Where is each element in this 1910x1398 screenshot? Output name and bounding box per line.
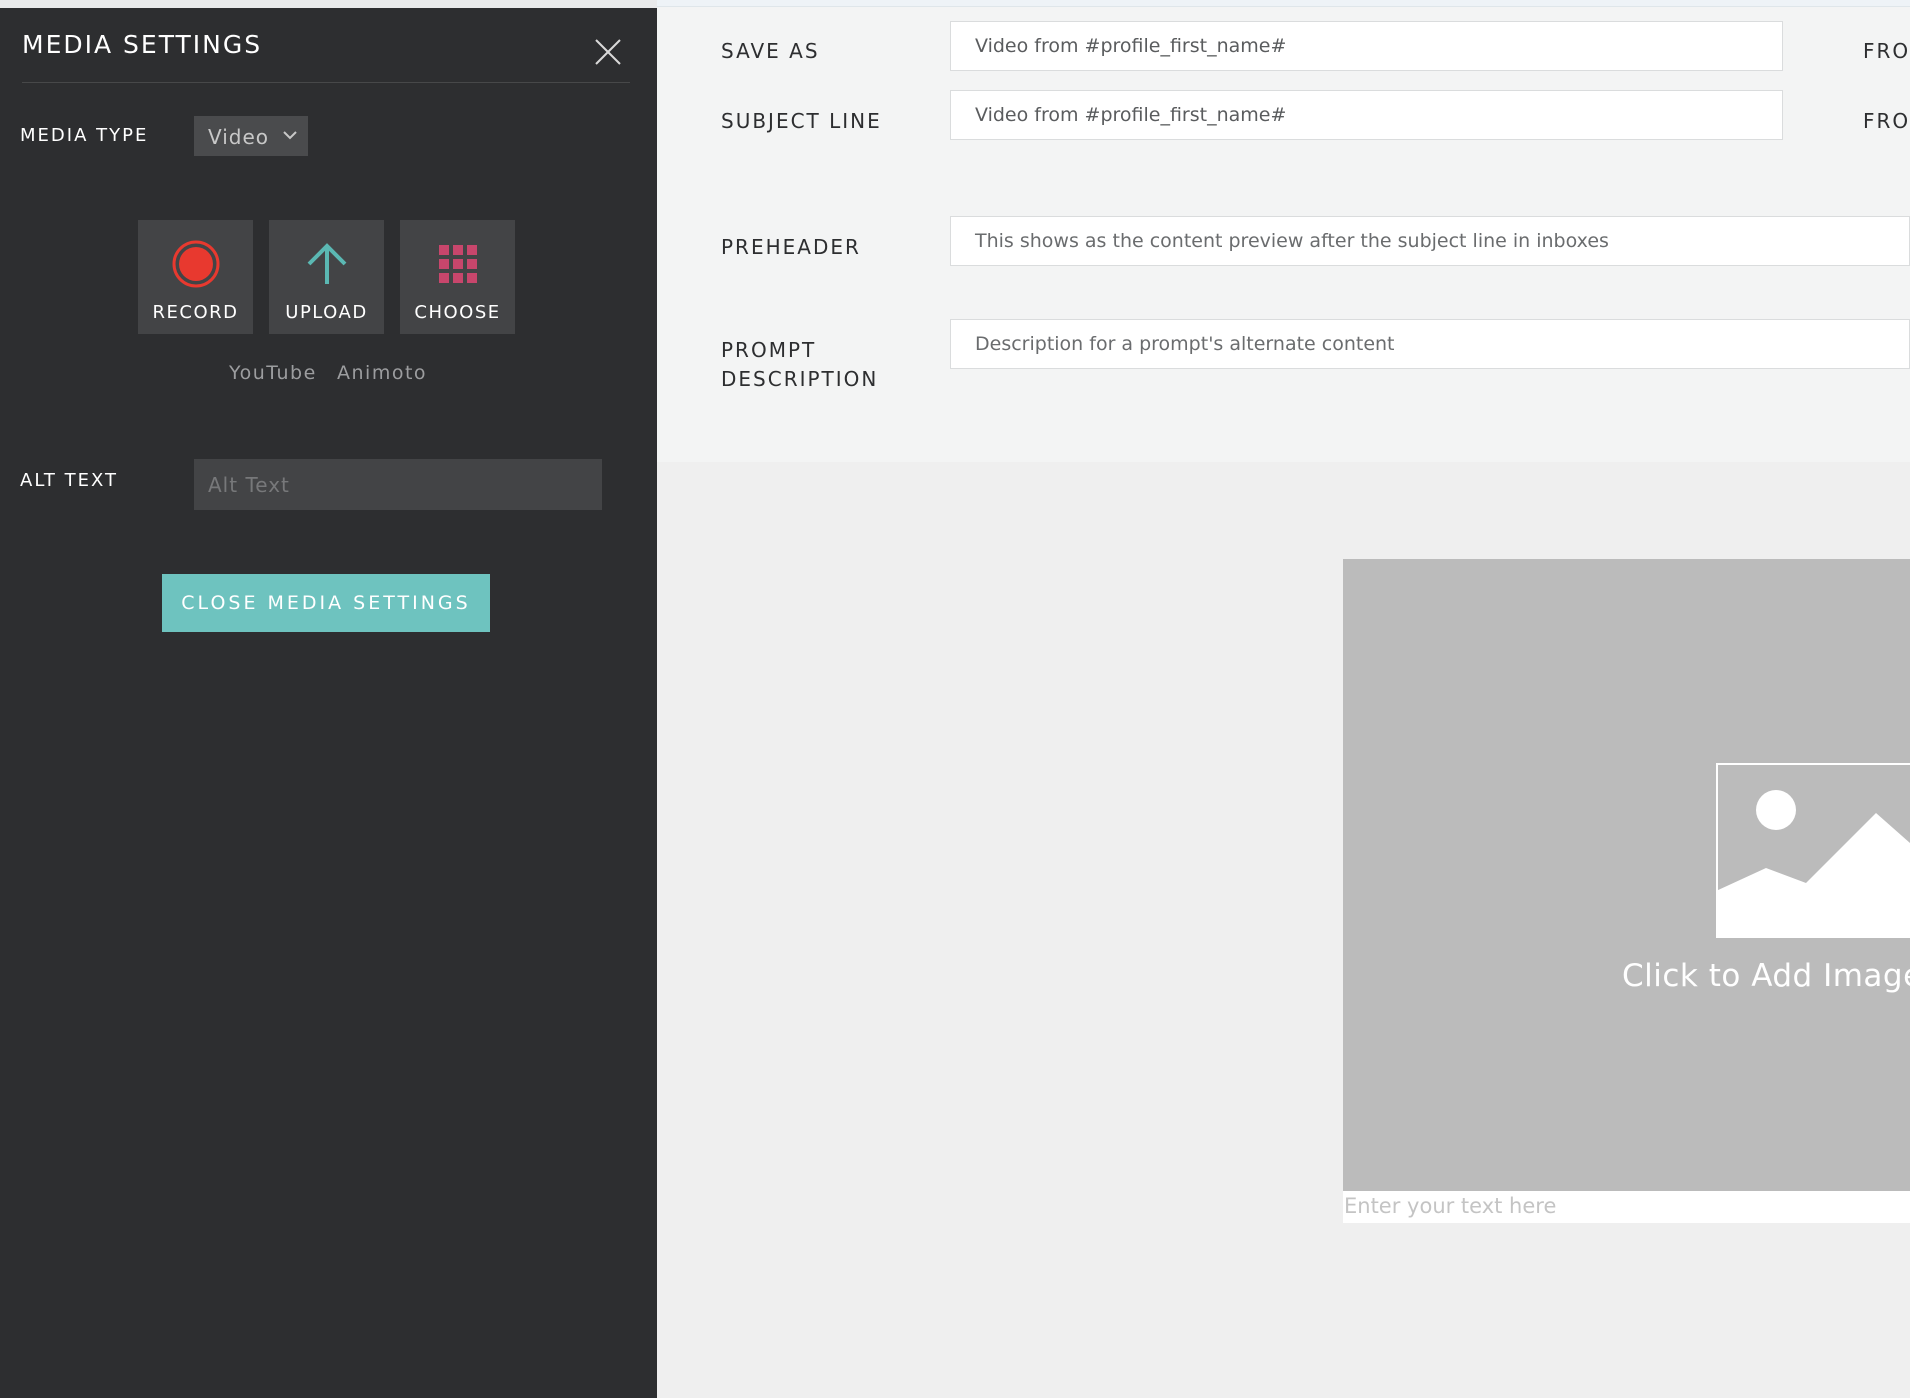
- prompt-description-label-line1: PROMPT: [721, 338, 817, 362]
- panel-title: MEDIA SETTINGS: [22, 30, 263, 59]
- subject-line-input[interactable]: Video from #profile_first_name#: [950, 90, 1783, 140]
- chevron-down-icon: [283, 131, 297, 140]
- save-as-label: SAVE AS: [721, 39, 820, 63]
- add-image-cta: Click to Add Image o: [1622, 958, 1910, 994]
- subject-line-label: SUBJECT LINE: [721, 109, 882, 133]
- youtube-link[interactable]: YouTube: [229, 362, 317, 384]
- from-label-1: FRO: [1863, 39, 1910, 63]
- record-icon: [172, 240, 220, 288]
- grid-icon: [439, 245, 477, 283]
- top-rule: [657, 0, 1910, 7]
- choose-button[interactable]: CHOOSE: [400, 220, 515, 334]
- animoto-link[interactable]: Animoto: [337, 362, 427, 384]
- save-as-input[interactable]: Video from #profile_first_name#: [950, 21, 1783, 71]
- media-type-value: Video: [208, 125, 270, 149]
- record-label: RECORD: [152, 302, 239, 323]
- record-button[interactable]: RECORD: [138, 220, 253, 334]
- preheader-label: PREHEADER: [721, 235, 861, 259]
- panel-top-strip: [0, 0, 657, 8]
- upload-arrow-icon: [307, 243, 347, 284]
- image-placeholder-icon: [1716, 763, 1910, 938]
- upload-button[interactable]: UPLOAD: [269, 220, 384, 334]
- close-icon[interactable]: [594, 38, 622, 66]
- preheader-input[interactable]: This shows as the content preview after …: [950, 216, 1910, 266]
- from-label-2: FRO: [1863, 109, 1910, 133]
- alt-text-label: ALT TEXT: [20, 470, 118, 491]
- prompt-description-input[interactable]: Description for a prompt's alternate con…: [950, 319, 1910, 369]
- alt-text-input[interactable]: [194, 459, 602, 510]
- choose-label: CHOOSE: [414, 302, 501, 323]
- media-settings-panel: MEDIA SETTINGS MEDIA TYPE Video RECORD U…: [0, 8, 657, 1398]
- caption-field[interactable]: Enter your text here: [1343, 1191, 1910, 1223]
- panel-divider: [22, 82, 630, 83]
- close-media-settings-button[interactable]: CLOSE MEDIA SETTINGS: [162, 574, 490, 632]
- media-type-label: MEDIA TYPE: [20, 125, 149, 146]
- prompt-description-label-line2: DESCRIPTION: [721, 367, 879, 391]
- media-type-select[interactable]: Video: [194, 116, 308, 156]
- upload-label: UPLOAD: [285, 302, 368, 323]
